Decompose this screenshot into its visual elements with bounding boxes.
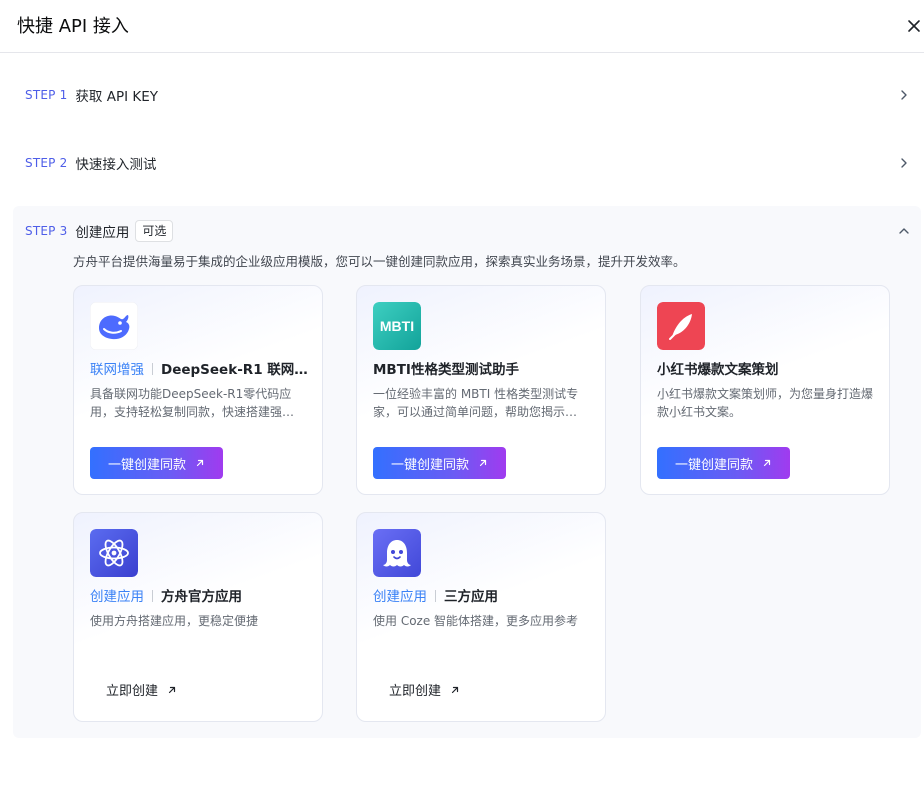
app-card-deepseek: 联网增强 DeepSeek-R1 联网… 具备联网功能DeepSeek-R1零代码… <box>73 285 323 495</box>
card-title: 联网增强 DeepSeek-R1 联网… <box>90 358 312 378</box>
card-description: 具备联网功能DeepSeek-R1零代码应用，支持轻松复制同款，快速搭建强… <box>90 387 295 419</box>
card-tag: 创建应用 <box>373 589 427 605</box>
chevron-up-icon <box>899 228 909 234</box>
optional-badge: 可选 <box>135 220 174 242</box>
step-2[interactable]: STEP 2 快速接入测试 <box>13 138 921 188</box>
card-tag: 创建应用 <box>90 589 144 605</box>
step-number: STEP 2 <box>25 156 68 170</box>
card-title: 创建应用 方舟官方应用 <box>90 585 312 605</box>
step-number: STEP 3 <box>25 224 68 238</box>
card-title-text: 小红书爆款文案策划 <box>657 362 779 378</box>
step-label: 创建应用 <box>75 225 130 241</box>
create-now-button[interactable]: 立即创建 <box>106 680 177 699</box>
card-description: 使用方舟搭建应用，更稳定便捷 <box>90 614 259 628</box>
arrow-up-right-icon <box>763 459 771 467</box>
mbti-logo-text: MBTI <box>380 318 414 334</box>
step-number: STEP 1 <box>25 88 68 102</box>
chevron-right-icon <box>901 90 907 100</box>
step-2-header[interactable]: STEP 2 快速接入测试 <box>13 138 921 188</box>
step-3-header[interactable]: STEP 3 创建应用 可选 <box>13 206 921 256</box>
app-card-third-party: 创建应用 三方应用 使用 Coze 智能体搭建，更多应用参考 立即创建 <box>356 512 606 722</box>
app-card-ark-official: 创建应用 方舟官方应用 使用方舟搭建应用，更稳定便捷 立即创建 <box>73 512 323 722</box>
button-label: 立即创建 <box>389 684 442 699</box>
close-icon[interactable] <box>903 15 924 37</box>
feather-icon <box>657 302 705 350</box>
step-1-header[interactable]: STEP 1 获取 API KEY <box>13 70 921 120</box>
card-tag: 联网增强 <box>90 362 144 378</box>
button-label: 一键创建同款 <box>107 457 186 473</box>
app-card-mbti: MBTI MBTI性格类型测试助手 一位经验丰富的 MBTI 性格类型测试专家，… <box>356 285 606 495</box>
arrow-up-right-icon <box>451 686 459 693</box>
mbti-icon: MBTI <box>373 302 421 350</box>
arrow-up-right-icon <box>479 459 487 467</box>
title-divider <box>435 590 436 602</box>
button-label: 一键创建同款 <box>674 457 753 473</box>
atom-icon <box>90 529 138 577</box>
create-same-button[interactable]: 一键创建同款 <box>373 447 506 479</box>
create-now-button[interactable]: 立即创建 <box>389 680 460 699</box>
card-title-text: 方舟官方应用 <box>161 589 242 605</box>
dialog-title: 快捷 API 接入 <box>17 16 129 37</box>
step-label: 快速接入测试 <box>75 157 157 173</box>
card-title: 小红书爆款文案策划 <box>657 358 879 378</box>
step-description: 方舟平台提供海量易于集成的企业级应用模版，您可以一键创建同款应用，探索真实业务场… <box>73 254 686 269</box>
title-divider <box>152 590 153 602</box>
arrow-up-right-icon <box>168 686 176 693</box>
create-same-button[interactable]: 一键创建同款 <box>657 447 790 479</box>
button-label: 立即创建 <box>106 684 159 699</box>
create-same-button[interactable]: 一键创建同款 <box>90 447 223 479</box>
ghost-bot-icon <box>373 529 421 577</box>
app-card-xiaohongshu: 小红书爆款文案策划 小红书爆款文案策划师，为您量身打造爆款小红书文案。 一键创建… <box>640 285 890 495</box>
button-label: 一键创建同款 <box>390 457 469 473</box>
card-description: 小红书爆款文案策划师，为您量身打造爆款小红书文案。 <box>657 387 874 419</box>
chevron-right-icon <box>901 158 907 168</box>
card-title-text: MBTI性格类型测试助手 <box>373 362 519 378</box>
step-1[interactable]: STEP 1 获取 API KEY <box>13 70 921 120</box>
title-divider <box>152 363 153 375</box>
arrow-up-right-icon <box>196 459 204 467</box>
dialog-header: 快捷 API 接入 <box>0 0 924 53</box>
card-title: 创建应用 三方应用 <box>373 585 595 605</box>
card-description: 使用 Coze 智能体搭建，更多应用参考 <box>373 614 579 628</box>
step-3-panel: STEP 3 创建应用 可选 方舟平台提供海量易于集成的企业级应用模版，您可以一… <box>13 206 921 738</box>
card-title-text: 三方应用 <box>444 589 498 605</box>
card-description: 一位经验丰富的 MBTI 性格类型测试专家，可以通过简单问题，帮助您揭示… <box>373 387 579 419</box>
deepseek-whale-icon <box>90 302 138 350</box>
card-title-text: DeepSeek-R1 联网… <box>161 362 308 378</box>
card-title: MBTI性格类型测试助手 <box>373 358 595 378</box>
step-label: 获取 API KEY <box>75 89 158 105</box>
